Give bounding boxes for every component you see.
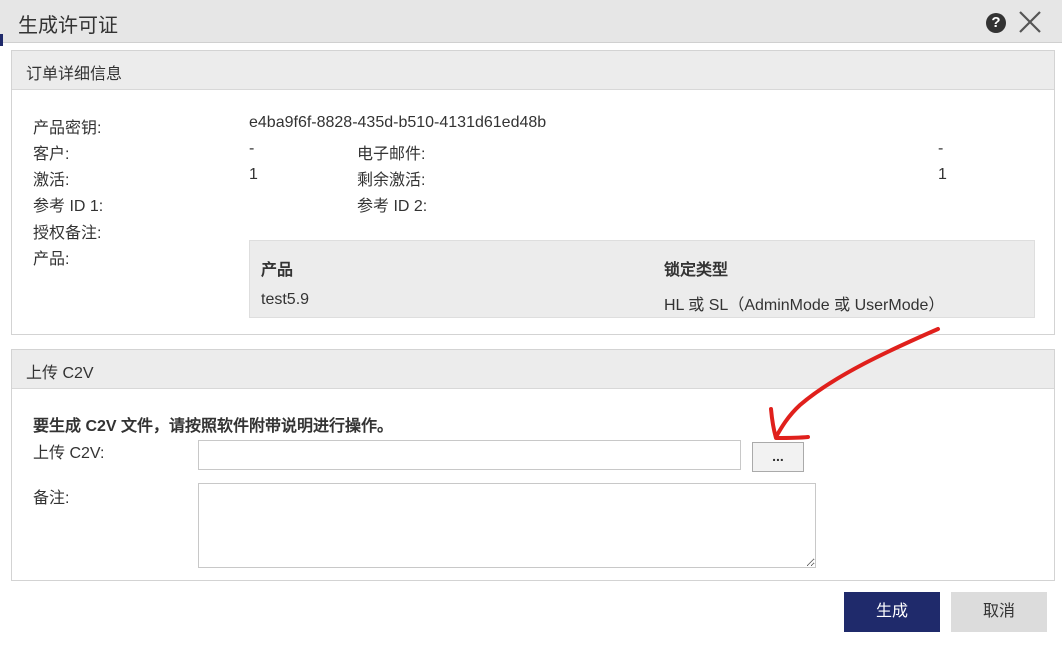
- upload-c2v-header: 上传 C2V: [12, 350, 1054, 389]
- help-icon[interactable]: ?: [986, 13, 1006, 33]
- upload-c2v-label: 上传 C2V:: [33, 445, 105, 462]
- generate-button[interactable]: 生成: [844, 592, 940, 632]
- close-icon[interactable]: [1016, 8, 1044, 36]
- activations-label: 激活:: [33, 172, 70, 189]
- customer-value: -: [249, 140, 255, 157]
- authorization-notes-label: 授权备注:: [33, 225, 102, 242]
- reference-id-1-label: 参考 ID 1:: [33, 198, 104, 215]
- order-details-panel: 订单详细信息 产品密钥: e4ba9f6f-8828-435d-b510-413…: [11, 50, 1055, 335]
- email-value: -: [938, 140, 944, 157]
- table-header-lock-type: 锁定类型: [664, 262, 729, 279]
- activations-value: 1: [249, 166, 258, 183]
- customer-label: 客户:: [33, 146, 70, 163]
- browse-button[interactable]: ...: [752, 442, 804, 472]
- c2v-file-input[interactable]: [198, 440, 741, 470]
- reference-id-2-label: 参考 ID 2:: [357, 198, 428, 215]
- product-key-label: 产品密钥:: [33, 120, 102, 137]
- notes-textarea[interactable]: [198, 483, 816, 568]
- upload-c2v-panel: 上传 C2V 要生成 C2V 文件，请按照软件附带说明进行操作。 上传 C2V:…: [11, 349, 1055, 581]
- table-cell-lock-type: HL 或 SL（AdminMode 或 UserMode）: [664, 297, 945, 314]
- generate-license-dialog: 生成许可证 ? 订单详细信息 产品密钥: e4ba9f6f-8828-435d-…: [0, 0, 1062, 645]
- product-key-value: e4ba9f6f-8828-435d-b510-4131d61ed48b: [249, 114, 547, 131]
- remaining-activations-value: 1: [938, 166, 947, 183]
- dialog-title: 生成许可证: [18, 15, 118, 37]
- email-label: 电子邮件:: [357, 146, 426, 163]
- products-label: 产品:: [33, 251, 70, 268]
- order-details-title: 订单详细信息: [26, 66, 123, 83]
- table-cell-product: test5.9: [261, 291, 310, 308]
- cancel-button[interactable]: 取消: [951, 592, 1047, 632]
- upload-instruction: 要生成 C2V 文件，请按照软件附带说明进行操作。: [33, 418, 394, 435]
- remaining-activations-label: 剩余激活:: [357, 172, 426, 189]
- background-left-accent: [0, 34, 3, 46]
- dialog-titlebar: 生成许可证 ?: [0, 0, 1062, 43]
- order-details-header: 订单详细信息: [12, 51, 1054, 90]
- products-table: 产品 锁定类型 test5.9 HL 或 SL（AdminMode 或 User…: [249, 240, 1035, 318]
- notes-label: 备注:: [33, 490, 70, 507]
- upload-c2v-title: 上传 C2V: [26, 365, 94, 382]
- table-header-product: 产品: [261, 262, 294, 279]
